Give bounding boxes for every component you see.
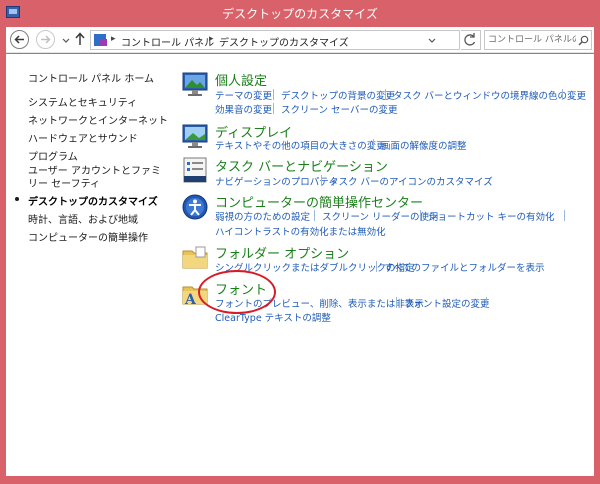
link-show-hidden-files[interactable]: すべてのファイルとフォルダーを表示	[384, 260, 544, 274]
category-personalization-title[interactable]: 個人設定	[215, 70, 267, 89]
link-separator	[373, 139, 374, 150]
link-separator	[314, 210, 315, 221]
category-taskbar-navigation-title[interactable]: タスク バーとナビゲーション	[215, 156, 388, 175]
nav-item-system-security[interactable]: システムとセキュリティ	[28, 94, 137, 109]
nav-item-clock-language-region[interactable]: 時計、言語、および地域	[28, 211, 138, 226]
highlight-circle-annotation	[198, 270, 276, 314]
link-use-screen-reader[interactable]: スクリーン リーダーの使用	[322, 209, 439, 223]
personalization-icon[interactable]	[181, 70, 209, 98]
breadcrumb-separator-icon[interactable]: ▸	[209, 34, 214, 44]
link-toggle-high-contrast[interactable]: ハイコントラストの有効化または無効化	[215, 224, 386, 238]
link-separator	[273, 89, 274, 100]
navigation-toolbar: ▸ コントロール パネル ▸ デスクトップのカスタマイズ	[6, 27, 594, 53]
nav-item-hardware-sound[interactable]: ハードウェアとサウンド	[28, 130, 138, 145]
arrow-left-icon	[14, 35, 24, 44]
link-separator	[376, 261, 377, 272]
forward-button[interactable]	[36, 30, 55, 49]
breadcrumb-separator-icon[interactable]: ▸	[111, 34, 116, 44]
search-box[interactable]	[484, 30, 592, 50]
link-separator	[564, 210, 565, 221]
link-navigation-properties[interactable]: ナビゲーションのプロパティ	[215, 174, 338, 188]
link-low-vision-settings[interactable]: 弱視の方のための設定	[215, 209, 310, 223]
current-page-bullet-icon	[15, 197, 19, 201]
nav-item-ease-of-access[interactable]: コンピューターの簡単操作	[28, 229, 148, 244]
window-title: デスクトップのカスタマイズ	[222, 7, 378, 21]
link-adjust-screen-resolution[interactable]: 画面の解像度の調整	[381, 138, 467, 152]
nav-item-user-accounts[interactable]: ユーザー アカウントとファミリー セーフティ	[28, 165, 168, 191]
svg-text:A: A	[184, 292, 197, 307]
link-change-sounds[interactable]: 効果音の変更	[215, 102, 272, 116]
main-content: コントロール パネル ホーム システムとセキュリティ ネットワークとインターネッ…	[6, 54, 594, 476]
search-icon[interactable]	[578, 35, 589, 46]
folder-options-icon[interactable]	[181, 243, 209, 271]
link-change-desktop-background[interactable]: デスクトップの背景の変更	[281, 88, 395, 102]
link-separator	[385, 89, 386, 100]
ease-of-access-icon[interactable]	[181, 193, 209, 221]
up-arrow-icon[interactable]	[74, 32, 86, 46]
title-bar[interactable]: デスクトップのカスタマイズ	[0, 0, 600, 27]
link-change-screen-saver[interactable]: スクリーン セーバーの変更	[281, 102, 397, 116]
link-enable-shortcut-keys[interactable]: ショートカット キーの有効化	[428, 209, 555, 223]
link-change-font-settings[interactable]: フォント設定の変更	[404, 296, 490, 310]
nav-item-network-internet[interactable]: ネットワークとインターネット	[28, 112, 168, 127]
nav-item-programs[interactable]: プログラム	[28, 148, 78, 163]
control-panel-home-link[interactable]: コントロール パネル ホーム	[28, 70, 154, 85]
breadcrumb-control-panel[interactable]: コントロール パネル	[121, 34, 214, 49]
search-input[interactable]	[488, 33, 576, 47]
link-change-theme[interactable]: テーマの変更	[215, 88, 272, 102]
link-separator	[396, 297, 397, 308]
back-button[interactable]	[10, 30, 29, 49]
taskbar-icon[interactable]	[181, 156, 209, 184]
location-control-panel-icon	[94, 34, 107, 46]
link-change-window-border-color[interactable]: タスク バーとウィンドウの境界線の色の変更	[393, 88, 586, 102]
refresh-icon	[464, 33, 476, 46]
address-bar[interactable]: ▸ コントロール パネル ▸ デスクトップのカスタマイズ	[90, 30, 460, 50]
link-separator	[321, 175, 322, 186]
link-customize-taskbar-icons[interactable]: タスク バーのアイコンのカスタマイズ	[329, 174, 493, 188]
address-history-chevron-down-icon[interactable]	[427, 37, 437, 45]
arrow-right-icon	[41, 35, 51, 44]
link-change-text-size[interactable]: テキストやその他の項目の大きさの変更	[215, 138, 386, 152]
link-separator	[420, 210, 421, 221]
window-frame: デスクトップのカスタマイズ ▸ コントロール パネル ▸ デスクトップのカスタマ…	[0, 0, 600, 484]
nav-item-appearance-current: デスクトップのカスタマイズ	[28, 197, 158, 208]
link-separator	[273, 103, 274, 114]
refresh-button[interactable]	[461, 30, 481, 50]
display-icon[interactable]	[181, 122, 209, 150]
recent-pages-chevron-down-icon[interactable]	[61, 35, 71, 45]
link-separator	[562, 89, 563, 100]
link-separator	[486, 297, 487, 308]
breadcrumb-current-page[interactable]: デスクトップのカスタマイズ	[219, 34, 349, 49]
